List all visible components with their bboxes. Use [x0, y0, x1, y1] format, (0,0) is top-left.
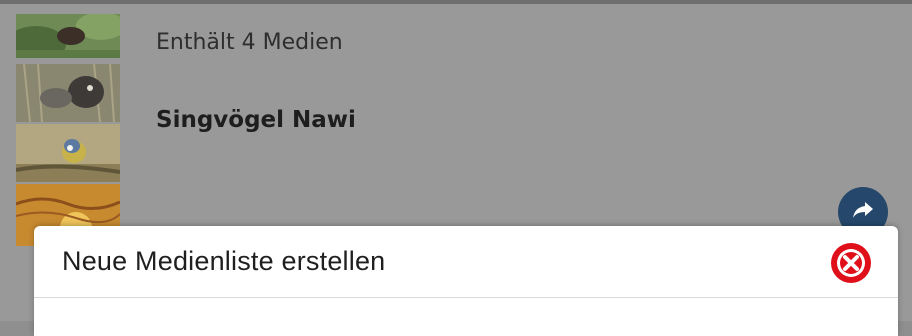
bird-thumbnail-1 — [16, 14, 120, 58]
media-list-title[interactable]: Singvögel Nawi — [156, 107, 356, 133]
close-icon — [830, 243, 872, 288]
share-arrow-icon — [851, 200, 875, 224]
bird-thumbnail-3 — [16, 124, 120, 182]
media-count-label: Enthält 4 Medien — [156, 30, 343, 55]
new-media-list-dialog: Neue Medienliste erstellen — [34, 226, 898, 336]
dialog-divider — [34, 297, 898, 298]
bird-thumbnail-2 — [16, 64, 120, 122]
thumbnail-stack — [16, 14, 120, 246]
dialog-close-button[interactable] — [830, 242, 872, 284]
dialog-title: Neue Medienliste erstellen — [62, 246, 386, 276]
